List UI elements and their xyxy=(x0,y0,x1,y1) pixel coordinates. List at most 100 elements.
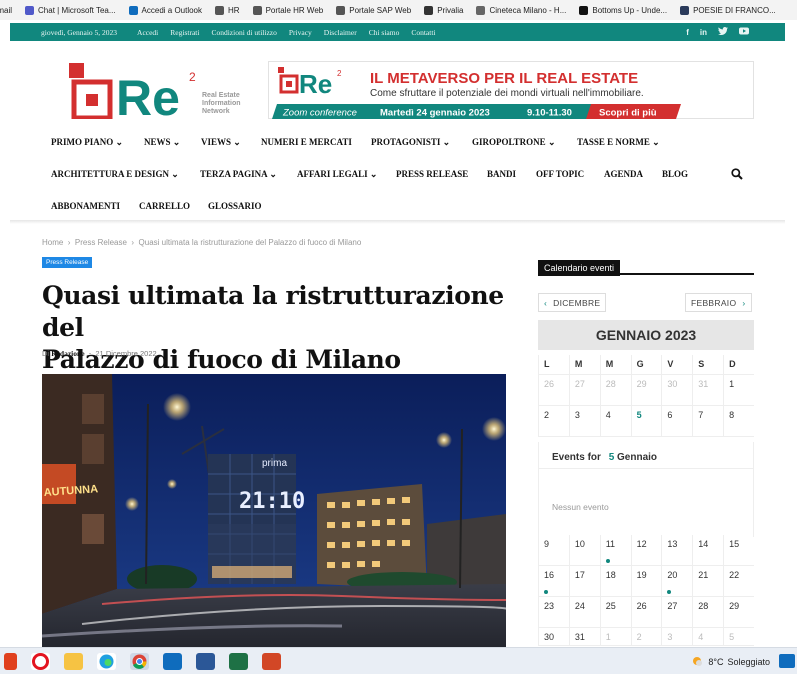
calendar-day[interactable]: 2 xyxy=(630,628,662,646)
nav-affari-legali[interactable]: AFFARI LEGALI ⌄ xyxy=(297,169,377,180)
calendar-day[interactable]: 16 xyxy=(538,566,569,597)
top-link-chi-siamo[interactable]: Chi siamo xyxy=(369,28,400,37)
top-link-accedi[interactable]: Accedi xyxy=(137,28,158,37)
next-month-button[interactable]: FEBBRAIO › xyxy=(685,293,752,312)
calendar-day[interactable]: 1 xyxy=(599,628,631,646)
calendar-day[interactable]: 12 xyxy=(630,535,662,566)
calendar-day[interactable]: 14 xyxy=(692,535,724,566)
prev-month-button[interactable]: ‹ DICEMBRE xyxy=(538,293,607,312)
calendar-day[interactable]: 1 xyxy=(723,375,754,406)
twitter-icon[interactable] xyxy=(718,27,728,37)
calendar-day[interactable]: 8 xyxy=(723,406,754,437)
calendar-day[interactable]: 25 xyxy=(599,597,631,628)
calendar-day[interactable]: 31 xyxy=(692,375,724,406)
linkedin-icon[interactable]: in xyxy=(700,28,707,37)
bookmark-item[interactable]: Portale HR Web xyxy=(252,5,323,15)
banner-cta[interactable]: Scopri di più xyxy=(599,108,657,119)
calendar-day[interactable]: 20 xyxy=(661,566,693,597)
calendar-day[interactable]: 30 xyxy=(661,375,693,406)
bookmark-item[interactable]: Email xyxy=(0,6,12,15)
calendar-day[interactable]: 4 xyxy=(692,628,724,646)
calendar-day[interactable]: 29 xyxy=(723,597,754,628)
nav-primo-piano[interactable]: PRIMO PIANO ⌄ xyxy=(51,137,123,148)
top-link-contatti[interactable]: Contatti xyxy=(411,28,435,37)
category-badge[interactable]: Press Release xyxy=(42,257,93,268)
bookmark-item[interactable]: POESIE DI FRANCO... xyxy=(680,5,776,15)
excel-icon[interactable] xyxy=(229,652,248,670)
calendar-day[interactable]: 18 xyxy=(599,566,631,597)
breadcrumb-home[interactable]: Home xyxy=(42,238,63,247)
office-icon[interactable] xyxy=(4,652,17,670)
calendar-day[interactable]: 29 xyxy=(630,375,662,406)
calendar-day[interactable]: 4 xyxy=(599,406,631,437)
calendar-day[interactable]: 2 xyxy=(538,406,569,437)
nav-giropoltrone[interactable]: GIROPOLTRONE ⌄ xyxy=(472,137,555,148)
calendar-day[interactable]: 7 xyxy=(692,406,724,437)
nav-protagonisti[interactable]: PROTAGONISTI ⌄ xyxy=(371,137,450,148)
nav-agenda[interactable]: AGENDA xyxy=(604,169,643,179)
calendar-day[interactable]: 11 xyxy=(599,535,631,566)
chrome-icon[interactable] xyxy=(130,652,149,670)
calendar-day[interactable]: 5 xyxy=(630,406,662,437)
calendar-day[interactable]: 26 xyxy=(630,597,662,628)
article-author[interactable]: Redazione xyxy=(51,349,84,358)
calendar-day[interactable]: 5 xyxy=(723,628,754,646)
nav-views[interactable]: VIEWS ⌄ xyxy=(201,137,241,148)
bookmark-item[interactable]: Portale SAP Web xyxy=(336,5,411,15)
top-link-condizioni[interactable]: Condizioni di utilizzo xyxy=(211,28,276,37)
youtube-icon[interactable] xyxy=(739,27,749,37)
calendar-day[interactable]: 23 xyxy=(538,597,569,628)
word-icon[interactable] xyxy=(196,652,215,670)
weather-widget[interactable]: 8°C Soleggiato xyxy=(690,648,770,674)
nav-bandi[interactable]: BANDI xyxy=(487,169,516,179)
calendar-day[interactable]: 30 xyxy=(538,628,569,646)
top-link-disclaimer[interactable]: Disclaimer xyxy=(324,28,357,37)
site-logo[interactable]: Re 2 Real Estate Information Network xyxy=(68,63,248,126)
calendar-day[interactable]: 19 xyxy=(630,566,662,597)
breadcrumb-category[interactable]: Press Release xyxy=(75,238,127,247)
calendar-day[interactable]: 24 xyxy=(568,597,600,628)
bookmark-item[interactable]: Chat | Microsoft Tea... xyxy=(25,5,116,15)
bookmark-item[interactable]: HR xyxy=(215,5,240,15)
nav-terza-pagina[interactable]: TERZA PAGINA ⌄ xyxy=(200,169,277,180)
edge-icon[interactable] xyxy=(97,652,116,670)
calendar-day[interactable]: 26 xyxy=(538,375,569,406)
calendar-day[interactable]: 21 xyxy=(692,566,724,597)
calendar-day[interactable]: 3 xyxy=(568,406,600,437)
bookmark-item[interactable]: Cineteca Milano - H... xyxy=(476,5,566,15)
nav-tasse-e-norme[interactable]: TASSE E NORME ⌄ xyxy=(577,137,660,148)
facebook-icon[interactable]: f xyxy=(686,28,689,37)
calendar-day[interactable]: 3 xyxy=(661,628,693,646)
nav-carrello[interactable]: CARRELLO xyxy=(139,201,190,211)
nav-numeri-e-mercati[interactable]: NUMERI E MERCATI xyxy=(261,137,352,147)
nav-off-topic[interactable]: OFF TOPIC xyxy=(536,169,584,179)
nav-blog[interactable]: BLOG xyxy=(662,169,688,179)
nav-news[interactable]: NEWS ⌄ xyxy=(144,137,180,148)
top-link-registrati[interactable]: Registrati xyxy=(170,28,199,37)
powerpoint-icon[interactable] xyxy=(262,652,281,670)
bookmark-item[interactable]: Privalia xyxy=(424,5,463,15)
calendar-day[interactable]: 15 xyxy=(723,535,754,566)
calendar-day[interactable]: 6 xyxy=(661,406,693,437)
nav-glossario[interactable]: GLOSSARIO xyxy=(208,201,262,211)
nav-abbonamenti[interactable]: ABBONAMENTI xyxy=(51,201,120,211)
opera-icon[interactable] xyxy=(31,652,50,670)
bookmark-item[interactable]: Accedi a Outlook xyxy=(128,5,202,15)
nav-press-release[interactable]: PRESS RELEASE xyxy=(396,169,468,179)
calendar-day[interactable]: 27 xyxy=(661,597,693,628)
outlook-tray-icon[interactable] xyxy=(779,654,795,668)
bookmark-item[interactable]: Bottoms Up - Unde... xyxy=(579,5,667,15)
calendar-day[interactable]: 17 xyxy=(568,566,600,597)
calendar-day[interactable]: 28 xyxy=(599,375,631,406)
file-explorer-icon[interactable] xyxy=(64,652,83,670)
top-link-privacy[interactable]: Privacy xyxy=(289,28,312,37)
calendar-day[interactable]: 27 xyxy=(568,375,600,406)
calendar-day[interactable]: 9 xyxy=(538,535,569,566)
calendar-day[interactable]: 31 xyxy=(568,628,600,646)
calendar-day[interactable]: 28 xyxy=(692,597,724,628)
calendar-day[interactable]: 13 xyxy=(661,535,693,566)
ad-banner[interactable]: Re 2 IL METAVERSO PER IL REAL ESTATE Com… xyxy=(268,61,754,119)
calendar-day[interactable]: 22 xyxy=(723,566,754,597)
calendar-day[interactable]: 10 xyxy=(568,535,600,566)
nav-architettura-e-design[interactable]: ARCHITETTURA E DESIGN ⌄ xyxy=(51,169,179,180)
